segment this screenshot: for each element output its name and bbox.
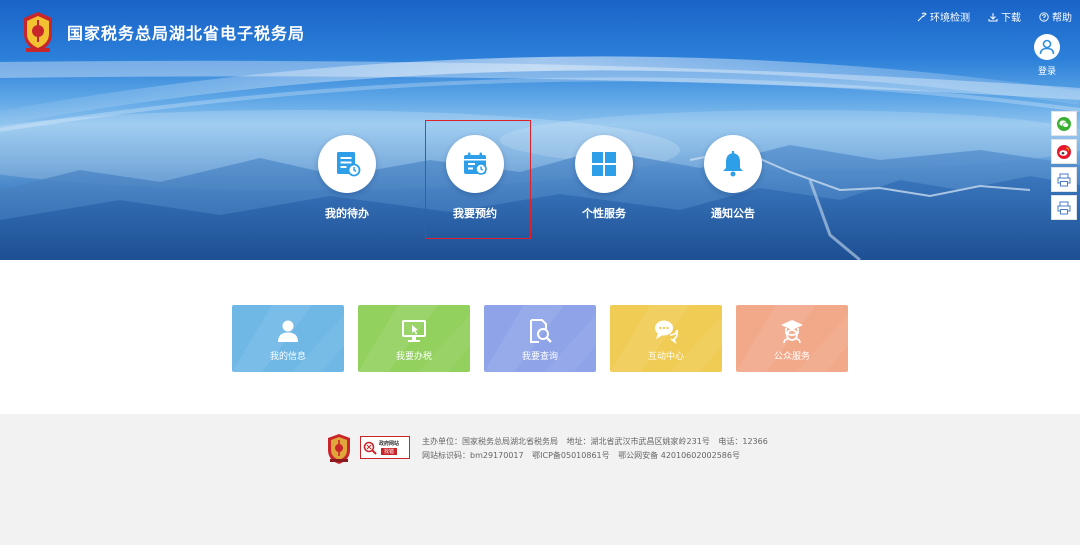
print-icon — [1057, 201, 1071, 214]
download-label: 下载 — [1001, 13, 1021, 24]
side-float-bar — [1051, 111, 1078, 223]
service-cards: 我的信息 我要办税 我要查询 互动中心 公众服务 — [232, 305, 848, 372]
card-label: 我的信息 — [269, 352, 306, 362]
nav-circle — [318, 135, 376, 193]
nav-circle — [575, 135, 633, 193]
nav-item-personal-service[interactable]: 个性服务 — [559, 135, 649, 221]
environment-check-label: 环境检测 — [930, 13, 970, 24]
wechat-button[interactable] — [1051, 111, 1077, 136]
error-search-icon — [363, 441, 377, 455]
top-links: 环境检测 下载 帮助 — [917, 9, 1072, 24]
footer-info: 主办单位：国家税务总局湖北省税务局 地址：湖北省武汉市武昌区姚家岭231号 电话… — [422, 435, 768, 463]
search-doc-icon — [530, 319, 552, 343]
bell-icon — [723, 151, 743, 177]
login-button[interactable]: 登录 — [1033, 34, 1061, 77]
gov-badge-action: 找错 — [381, 448, 398, 455]
help-icon — [1039, 11, 1049, 22]
footer-icp-link[interactable]: 鄂ICP备05010861号 — [532, 451, 610, 460]
scholar-icon — [781, 320, 803, 344]
login-label: 登录 — [1037, 67, 1056, 77]
print-button[interactable] — [1051, 167, 1077, 192]
grid-icon — [592, 152, 616, 176]
nav-circle — [704, 135, 762, 193]
card-tax-handling[interactable]: 我要办税 — [358, 305, 470, 372]
footer-address: 地址：湖北省武汉市武昌区姚家岭231号 — [566, 437, 710, 446]
site-title: 国家税务总局湖北省电子税务局 — [67, 24, 306, 43]
card-query[interactable]: 我要查询 — [484, 305, 596, 372]
tax-emblem-icon — [328, 434, 350, 464]
header-banner: 国家税务总局湖北省电子税务局 环境检测 下载 帮助 登录 我的待办 我要预约 个… — [0, 0, 1080, 260]
card-label: 互动中心 — [647, 352, 684, 362]
tools-icon — [917, 12, 927, 21]
help-label: 帮助 — [1052, 13, 1072, 24]
environment-check-link[interactable]: 环境检测 — [917, 9, 970, 24]
card-interaction[interactable]: 互动中心 — [610, 305, 722, 372]
card-my-info[interactable]: 我的信息 — [232, 305, 344, 372]
wechat-icon — [1057, 116, 1071, 131]
download-icon — [988, 12, 998, 21]
nav-label: 通知公告 — [711, 207, 755, 220]
card-public-service[interactable]: 公众服务 — [736, 305, 848, 372]
todo-list-icon — [337, 152, 361, 177]
nav-label: 我的待办 — [325, 207, 369, 220]
footer-police-link[interactable]: 鄂公网安备 42010602002586号 — [618, 451, 740, 460]
person-icon — [278, 320, 298, 342]
footer-site-id: 网站标识码：bm29170017 — [422, 451, 524, 460]
help-link[interactable]: 帮助 — [1039, 9, 1072, 24]
nav-item-notice[interactable]: 通知公告 — [688, 135, 778, 221]
footer-line-2: 网站标识码：bm29170017 鄂ICP备05010861号 鄂公网安备 42… — [422, 449, 768, 463]
card-label: 我要办税 — [395, 352, 432, 362]
print-button[interactable] — [1051, 195, 1077, 220]
chat-icon — [655, 320, 678, 344]
gov-site-error-report-badge[interactable]: 政府网站 找错 — [360, 436, 410, 459]
selected-nav-highlight — [425, 120, 531, 239]
download-link[interactable]: 下载 — [988, 9, 1021, 24]
print-icon — [1057, 173, 1071, 186]
card-label: 我要查询 — [521, 352, 558, 362]
footer-sponsor: 主办单位：国家税务总局湖北省税务局 — [422, 437, 558, 446]
gov-badge-title: 政府网站 — [379, 441, 400, 447]
weibo-button[interactable] — [1051, 139, 1077, 164]
nav-label: 个性服务 — [582, 207, 626, 220]
tax-emblem-logo-icon — [24, 12, 52, 52]
nav-item-my-todo[interactable]: 我的待办 — [302, 135, 392, 221]
footer-phone: 电话：12366 — [718, 437, 768, 446]
card-label: 公众服务 — [773, 352, 810, 362]
footer: 政府网站 找错 主办单位：国家税务总局湖北省税务局 地址：湖北省武汉市武昌区姚家… — [0, 414, 1080, 545]
user-avatar-icon — [1034, 34, 1060, 60]
monitor-icon — [402, 320, 426, 342]
weibo-icon — [1057, 144, 1071, 159]
footer-line-1: 主办单位：国家税务总局湖北省税务局 地址：湖北省武汉市武昌区姚家岭231号 电话… — [422, 435, 768, 449]
